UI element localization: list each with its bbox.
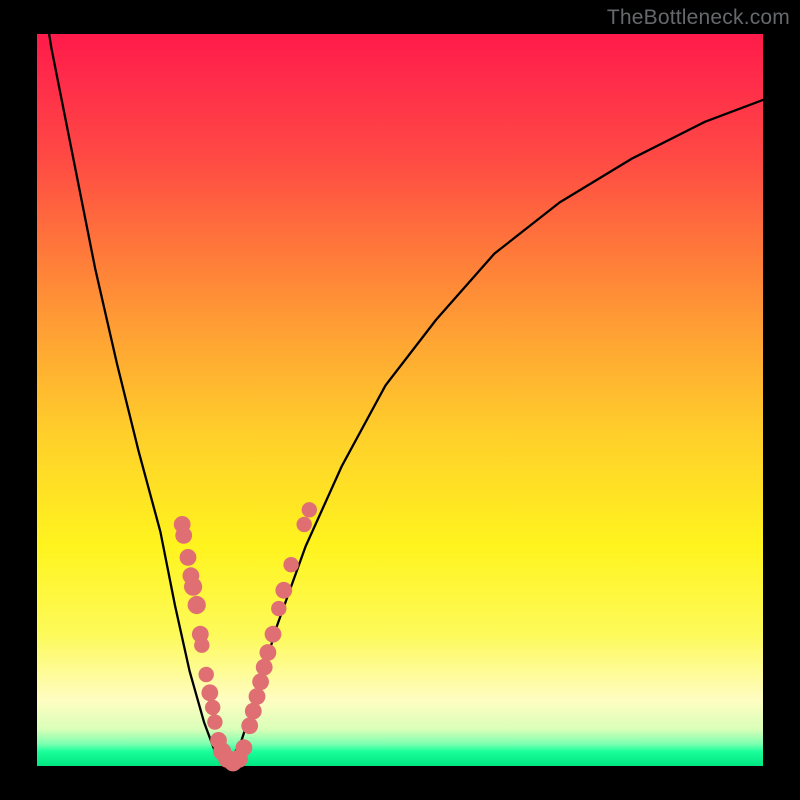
marker-dot (283, 557, 298, 572)
marker-dot (205, 700, 220, 715)
marker-dot (245, 703, 262, 720)
marker-dot (241, 717, 258, 734)
marker-dot (252, 673, 269, 690)
marker-dot (271, 601, 286, 616)
marker-dot (201, 684, 218, 701)
plot-area (37, 34, 763, 766)
marker-dot (275, 582, 292, 599)
chart-frame: TheBottleneck.com (0, 0, 800, 800)
curve-path (37, 0, 763, 766)
marker-dot (199, 667, 214, 682)
chart-svg (37, 34, 763, 766)
marker-dot (175, 527, 192, 544)
marker-dot (207, 714, 222, 729)
marker-dot (194, 638, 209, 653)
marker-dot (265, 626, 282, 643)
marker-dot (260, 644, 277, 661)
marker-dot (249, 688, 266, 705)
marker-dot (184, 578, 202, 596)
marker-dot (256, 659, 273, 676)
marker-dot (297, 517, 312, 532)
marker-dot (302, 502, 317, 517)
watermark-text: TheBottleneck.com (607, 6, 790, 30)
marker-dot (188, 596, 206, 614)
marker-dot (180, 549, 197, 566)
marker-dot (236, 739, 253, 756)
marker-group (174, 502, 317, 771)
